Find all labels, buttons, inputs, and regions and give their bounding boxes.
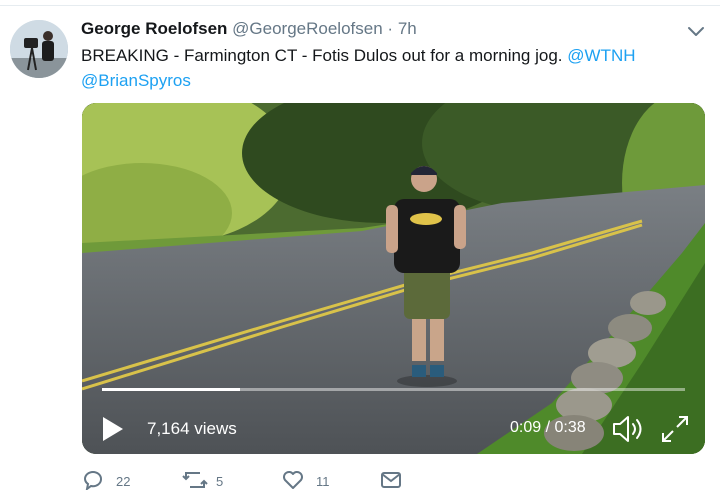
like-count: 11 [316,474,330,489]
time-readout: 0:09 / 0:38 [510,419,586,436]
top-divider [0,5,720,6]
tweet-header: George Roelofsen @GeorgeRoelofsen · 7h [81,19,417,39]
message-icon [381,472,401,488]
avatar-photo [10,20,68,78]
retweet-button[interactable]: 5 [182,470,262,490]
mention-brianspyros[interactable]: @BrianSpyros [81,71,191,90]
reply-icon [83,471,102,490]
retweet-count: 5 [216,474,224,489]
tweet-text: BREAKING - Farmington CT - Fotis Dulos o… [81,43,701,93]
like-button[interactable]: 11 [282,470,362,490]
video-frame [82,103,705,454]
view-count: 7,164 views [147,419,237,438]
play-icon[interactable] [102,416,124,442]
progress-fill [102,388,241,391]
author-name[interactable]: George Roelofsen [81,19,227,38]
header-separator: · [387,19,394,38]
mention-wtnh[interactable]: @WTNH [567,46,635,65]
tweet-body: BREAKING - Farmington CT - Fotis Dulos o… [81,46,563,65]
fullscreen-icon[interactable] [660,414,690,444]
avatar[interactable] [10,20,68,78]
reply-count: 22 [116,474,131,489]
progress-bar[interactable] [102,388,685,391]
message-button[interactable] [380,470,410,490]
tweet-timestamp[interactable]: 7h [398,19,417,38]
video-player[interactable]: 7,164 views 0:09 / 0:38 [82,103,705,454]
caret-down-icon[interactable] [686,22,706,42]
reply-button[interactable]: 22 [82,470,162,490]
tweet-actions: 22 5 11 [82,470,482,490]
author-handle[interactable]: @GeorgeRoelofsen [232,19,383,38]
retweet-icon [182,472,208,488]
volume-icon[interactable] [612,414,646,444]
like-icon [283,471,303,489]
